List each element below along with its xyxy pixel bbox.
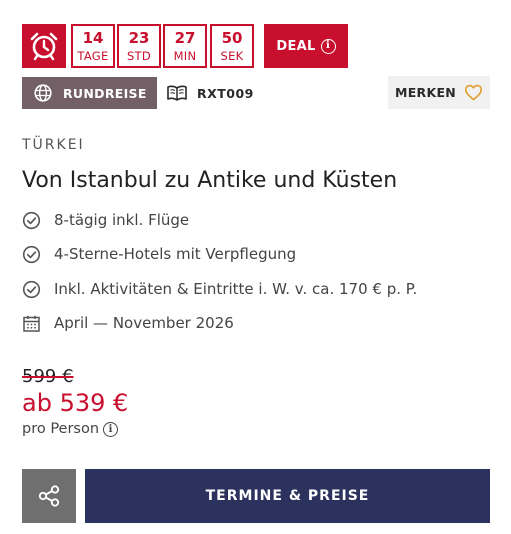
feature-text: 8-tägig inkl. Flüge (54, 211, 190, 229)
info-icon[interactable]: i (320, 38, 336, 54)
merken-button[interactable]: MERKEN (388, 76, 490, 109)
heart-icon (464, 84, 483, 101)
countdown-seconds-value: 50 (221, 29, 243, 47)
countdown-seconds: 50 SEK (210, 24, 254, 68)
check-circle-icon (22, 245, 41, 263)
feature-text: April — November 2026 (54, 314, 234, 332)
feature-item: 4-Sterne-Hotels mit Verpflegung (22, 243, 296, 265)
feature-text: 4-Sterne-Hotels mit Verpflegung (54, 245, 297, 263)
countdown-days-label: TAGE (77, 49, 109, 63)
deal-label: DEAL (276, 38, 316, 54)
share-icon (38, 485, 60, 507)
deal-badge[interactable]: DEAL i (264, 24, 348, 68)
trip-code-label: RXT009 (197, 85, 254, 101)
new-price: ab 539 € (22, 389, 129, 417)
countdown-hours-value: 23 (128, 29, 150, 47)
trip-title: Von Istanbul zu Antike und Küsten (22, 168, 398, 193)
tour-type-label: RUNDREISE (63, 85, 147, 101)
countdown-hours-label: STD (126, 49, 152, 63)
calendar-icon (23, 315, 40, 332)
old-price: 599 € (22, 366, 74, 387)
countdown-days-value: 14 (82, 29, 104, 47)
dates-and-prices-button[interactable]: TERMINE & PREISE (85, 469, 490, 523)
feature-item: Inkl. Aktivitäten & Eintritte i. W. v. c… (22, 278, 417, 300)
countdown-days: 14 TAGE (71, 24, 115, 68)
countdown-hours: 23 STD (117, 24, 161, 68)
feature-text: Inkl. Aktivitäten & Eintritte i. W. v. c… (54, 280, 418, 298)
country-label: TÜRKEI (22, 137, 85, 153)
feature-item: 8-tägig inkl. Flüge (22, 209, 189, 231)
share-button[interactable] (22, 469, 76, 523)
check-circle-icon (22, 211, 41, 229)
check-circle-icon (22, 280, 41, 298)
countdown-seconds-label: SEK (220, 49, 244, 63)
price-per-person: pro Person i (22, 421, 119, 437)
merken-label: MERKEN (394, 85, 457, 100)
countdown-minutes-label: MIN (173, 49, 197, 63)
countdown-minutes: 27 MIN (163, 24, 207, 68)
countdown-minutes-value: 27 (174, 29, 196, 47)
book-icon (167, 85, 187, 101)
info-icon[interactable]: i (103, 421, 119, 437)
price-per-label: pro Person (22, 421, 100, 437)
tour-type-tag: RUNDREISE (22, 77, 157, 109)
alarm-clock-icon (30, 32, 58, 61)
feature-item: April — November 2026 (22, 312, 234, 334)
trip-code-tag: RXT009 (166, 77, 254, 109)
globe-icon (34, 84, 52, 102)
countdown-clock-badge (22, 24, 66, 68)
